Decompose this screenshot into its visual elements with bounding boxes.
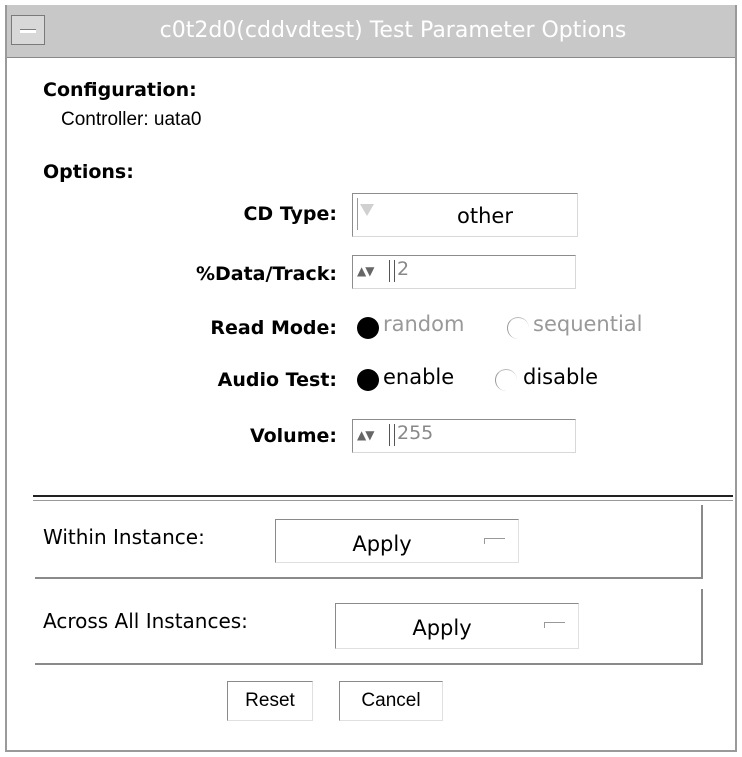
within-instance-apply-button[interactable]: Apply xyxy=(275,519,519,563)
radio-random[interactable] xyxy=(357,317,379,339)
data-track-field[interactable]: ▲▼ 2 xyxy=(352,255,576,289)
volume-label: Volume: xyxy=(249,425,337,447)
window-menu-button[interactable] xyxy=(11,15,45,45)
dialog-window: c0t2d0(cddvdtest) Test Parameter Options… xyxy=(5,5,737,752)
read-mode-label: Read Mode: xyxy=(210,317,337,339)
radio-random-label: random xyxy=(383,312,465,336)
reset-button[interactable]: Reset xyxy=(227,681,313,721)
radio-sequential[interactable] xyxy=(507,317,529,339)
within-apply-label: Apply xyxy=(352,532,412,556)
separator xyxy=(33,500,733,501)
separator xyxy=(33,495,733,497)
menu-indicator-icon xyxy=(544,622,565,628)
radio-enable-label: enable xyxy=(383,365,455,389)
window-title: c0t2d0(cddvdtest) Test Parameter Options xyxy=(159,18,627,43)
cancel-label: Cancel xyxy=(361,690,421,711)
cd-type-label: CD Type: xyxy=(243,203,337,225)
within-instance-label: Within Instance: xyxy=(43,525,205,549)
cancel-button[interactable]: Cancel xyxy=(339,681,443,721)
title-bar[interactable]: c0t2d0(cddvdtest) Test Parameter Options xyxy=(7,5,735,58)
within-instance-group: Within Instance: Apply xyxy=(35,505,703,579)
menu-indicator-icon xyxy=(357,198,376,230)
radio-disable[interactable] xyxy=(495,369,517,391)
text-caret xyxy=(389,424,395,446)
radio-sequential-label: sequential xyxy=(533,312,643,336)
menu-indicator-icon xyxy=(484,538,505,544)
radio-enable[interactable] xyxy=(357,369,379,391)
spin-arrows-icon[interactable]: ▲▼ xyxy=(357,264,374,278)
reset-label: Reset xyxy=(245,690,295,711)
text-caret xyxy=(389,260,395,282)
cd-type-value: other xyxy=(457,204,513,228)
cd-type-select[interactable]: other xyxy=(352,193,578,237)
options-heading: Options: xyxy=(43,161,134,183)
data-track-label: %Data/Track: xyxy=(195,263,337,285)
spin-arrows-icon[interactable]: ▲▼ xyxy=(357,428,374,442)
across-instances-label: Across All Instances: xyxy=(43,609,248,633)
audio-test-label: Audio Test: xyxy=(217,369,337,391)
radio-disable-label: disable xyxy=(523,365,599,389)
volume-value: 255 xyxy=(397,422,434,444)
window-menu-icon xyxy=(20,29,36,33)
across-apply-label: Apply xyxy=(412,616,472,640)
across-instances-apply-button[interactable]: Apply xyxy=(335,603,579,649)
configuration-heading: Configuration: xyxy=(43,79,197,101)
controller-label: Controller: uata0 xyxy=(61,109,202,130)
data-track-value: 2 xyxy=(397,258,410,280)
volume-field[interactable]: ▲▼ 255 xyxy=(352,419,576,453)
across-instances-group: Across All Instances: Apply xyxy=(35,589,703,665)
